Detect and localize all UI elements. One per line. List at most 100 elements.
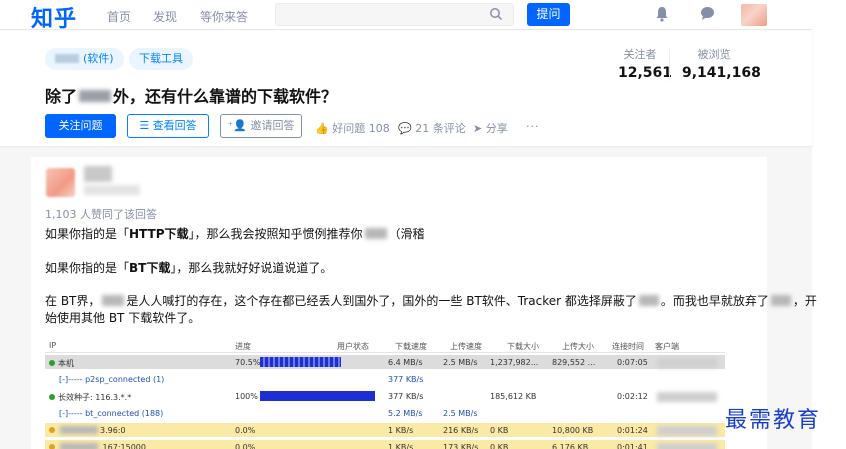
blurred-client (657, 443, 717, 449)
column-header: 进度 (235, 342, 251, 351)
down-cell: 377 KB/s (388, 392, 424, 401)
share-icon: ➤ (473, 122, 483, 135)
ip-cell: 长效种子: 116.3.*.* (49, 392, 131, 403)
nav-home[interactable]: 首页 (107, 8, 131, 25)
answer-paragraph: 如果你指的是「BT下载」，那么我就好好说道说道了。 (45, 259, 332, 276)
dsize-cell: 185,612 KB (490, 392, 537, 401)
table-row[interactable]: 本机 70.5% 6.4 MB/s 2.5 MB/s 1,237,982... 829,5… (45, 355, 725, 369)
stat-label: 关注者 (623, 48, 657, 61)
down-cell: 1 KB/s (388, 426, 414, 435)
topic-tag-download-tools[interactable]: 下载工具 (129, 48, 193, 70)
user-avatar[interactable] (741, 4, 767, 26)
progress-bar (260, 357, 341, 367)
time-cell: 0:02:12 (617, 392, 648, 401)
table-row[interactable]: 长效种子: 116.3.*.* 100% 377 KB/s 185,612 KB 0:0… (45, 389, 725, 403)
invite-answer-button[interactable]: ⁺👤 邀请回答 (220, 114, 302, 138)
blurred-text (638, 295, 659, 306)
author-name[interactable] (84, 166, 112, 182)
stat-value: 12,561 (618, 65, 673, 81)
add-user-icon: ⁺👤 (227, 119, 251, 132)
message-icon[interactable] (700, 6, 715, 21)
status-dot-icon (49, 427, 55, 433)
ip-text: .167:15000 (100, 443, 146, 449)
answer-paragraph: 始使用其他 BT 下载软件了。 (45, 311, 201, 325)
up-cell: 216 KB/s (443, 426, 479, 435)
up-cell: 2.5 MB/s (443, 358, 478, 367)
column-header: 下载大小 (507, 342, 539, 351)
topic-tag-software[interactable]: (软件) (45, 48, 124, 70)
watermark: 最需教育 (725, 408, 822, 433)
ip-cell: 3.96:0 (49, 426, 126, 435)
table-row[interactable]: .167:15000 0.0% 1 KB/s 173 KB/s 0 KB 6,176 KB… (45, 440, 725, 449)
progress-cell: 0.0% (235, 443, 256, 449)
ip-text: [-]----- bt_connected (188) (59, 409, 164, 418)
blurred-text (770, 295, 791, 306)
author-avatar[interactable] (46, 168, 75, 197)
answer-paragraph: 如果你指的是「HTTP下载」，那么我会按照知乎惯例推荐你 （滑稽 (45, 225, 425, 242)
action-label: 分享 (485, 122, 508, 135)
action-label: 21 条评论 (415, 122, 466, 135)
dsize-cell: 0 KB (490, 443, 509, 449)
peer-list-screenshot: IP 进度 用户状态 下载速度 上传速度 下载大小 上传大小 连接时间 客户端 … (45, 339, 725, 449)
more-button[interactable]: ··· (526, 120, 540, 133)
title-part: 除了 (45, 87, 78, 106)
text-run: 是人人喊打的存在，这个存在都已经丢人到国外了，国外的一些 BT软件、Tracke… (126, 294, 637, 308)
usize-cell: 829,552 ... (552, 358, 596, 367)
column-header: IP (49, 341, 57, 350)
share-button[interactable]: ➤ 分享 (473, 120, 508, 136)
column-header: 客户端 (655, 342, 679, 351)
status-dot-icon (49, 444, 55, 449)
text-run: 如果你指的是「 (45, 261, 130, 275)
vote-count: 1,103 人赞同了该回答 (45, 208, 157, 221)
dsize-cell: 0 KB (490, 426, 509, 435)
progress-cell: 70.5% (235, 358, 261, 367)
table-row[interactable]: [-]----- bt_connected (188) 5.2 MB/s 2.5 M… (45, 406, 725, 420)
column-header: 用户状态 (337, 342, 369, 351)
title-part: 外，还有什么靠谱的下载软件？ (113, 87, 338, 106)
text-run: 在 BT界， (45, 294, 101, 308)
good-question-button[interactable]: 👍 好问题 108 (315, 120, 390, 136)
up-cell: 173 KB/s (443, 443, 479, 449)
nav-discover[interactable]: 发现 (153, 8, 177, 25)
action-label: 好问题 108 (332, 122, 390, 135)
column-header: 连接时间 (612, 342, 644, 351)
thumbs-up-icon: 👍 (315, 122, 329, 135)
progress-bar (260, 391, 375, 401)
time-cell: 0:01:41 (617, 443, 648, 449)
ip-text: 本机 (58, 359, 74, 368)
blurred-text (60, 443, 98, 449)
down-cell: 377 KB/s (388, 375, 424, 384)
view-answers-button[interactable]: ☰ 查看回答 (127, 114, 209, 138)
text-run: 」，那么我会按照知乎惯例推荐你 (188, 227, 363, 241)
usize-cell: 10,800 KB (552, 426, 594, 435)
time-cell: 0:07:05 (617, 358, 648, 367)
ask-button[interactable]: 提问 (527, 3, 570, 26)
text-run: 」，那么我就好好说道说道了。 (170, 261, 333, 275)
usize-cell: 6,176 KB (552, 443, 589, 449)
progress-cell: 100% (235, 392, 258, 401)
button-label: 查看回答 (152, 119, 197, 132)
ip-cell: [-]----- p2sp_connected (1) (59, 375, 164, 384)
views-stat: 被浏览 9,141,168 (682, 46, 761, 81)
zhihu-logo[interactable]: 知乎 (31, 1, 77, 33)
question-title[interactable]: 除了 外，还有什么靠谱的下载软件？ (45, 83, 337, 107)
table-row[interactable]: 3.96:0 0.0% 1 KB/s 216 KB/s 0 KB 10,800 KB 0:0… (45, 423, 725, 437)
comments-button[interactable]: 💬 21 条评论 (398, 120, 466, 136)
ip-cell: .167:15000 (49, 443, 146, 449)
bell-icon[interactable] (655, 6, 669, 22)
followers-stat: 关注者 12,561 (618, 46, 673, 81)
nav-waiting-answers[interactable]: 等你来答 (200, 8, 248, 25)
search-icon[interactable] (489, 7, 503, 21)
table-row[interactable]: [-]----- p2sp_connected (1) 377 KB/s (45, 372, 725, 386)
column-header: 上传大小 (562, 342, 594, 351)
blurred-text (364, 228, 387, 239)
search-input[interactable] (275, 3, 514, 26)
follow-question-button[interactable]: 关注问题 (45, 114, 116, 138)
down-cell: 1 KB/s (388, 443, 414, 449)
status-dot-icon (49, 360, 55, 366)
answer-paragraph: 在 BT界， 是人人喊打的存在，这个存在都已经丢人到国外了，国外的一些 BT软件、… (45, 292, 817, 309)
text-run: ，开 (792, 294, 817, 308)
blurred-text (60, 426, 98, 434)
button-label: 邀请回答 (250, 119, 295, 132)
column-header: 下载速度 (395, 342, 427, 351)
